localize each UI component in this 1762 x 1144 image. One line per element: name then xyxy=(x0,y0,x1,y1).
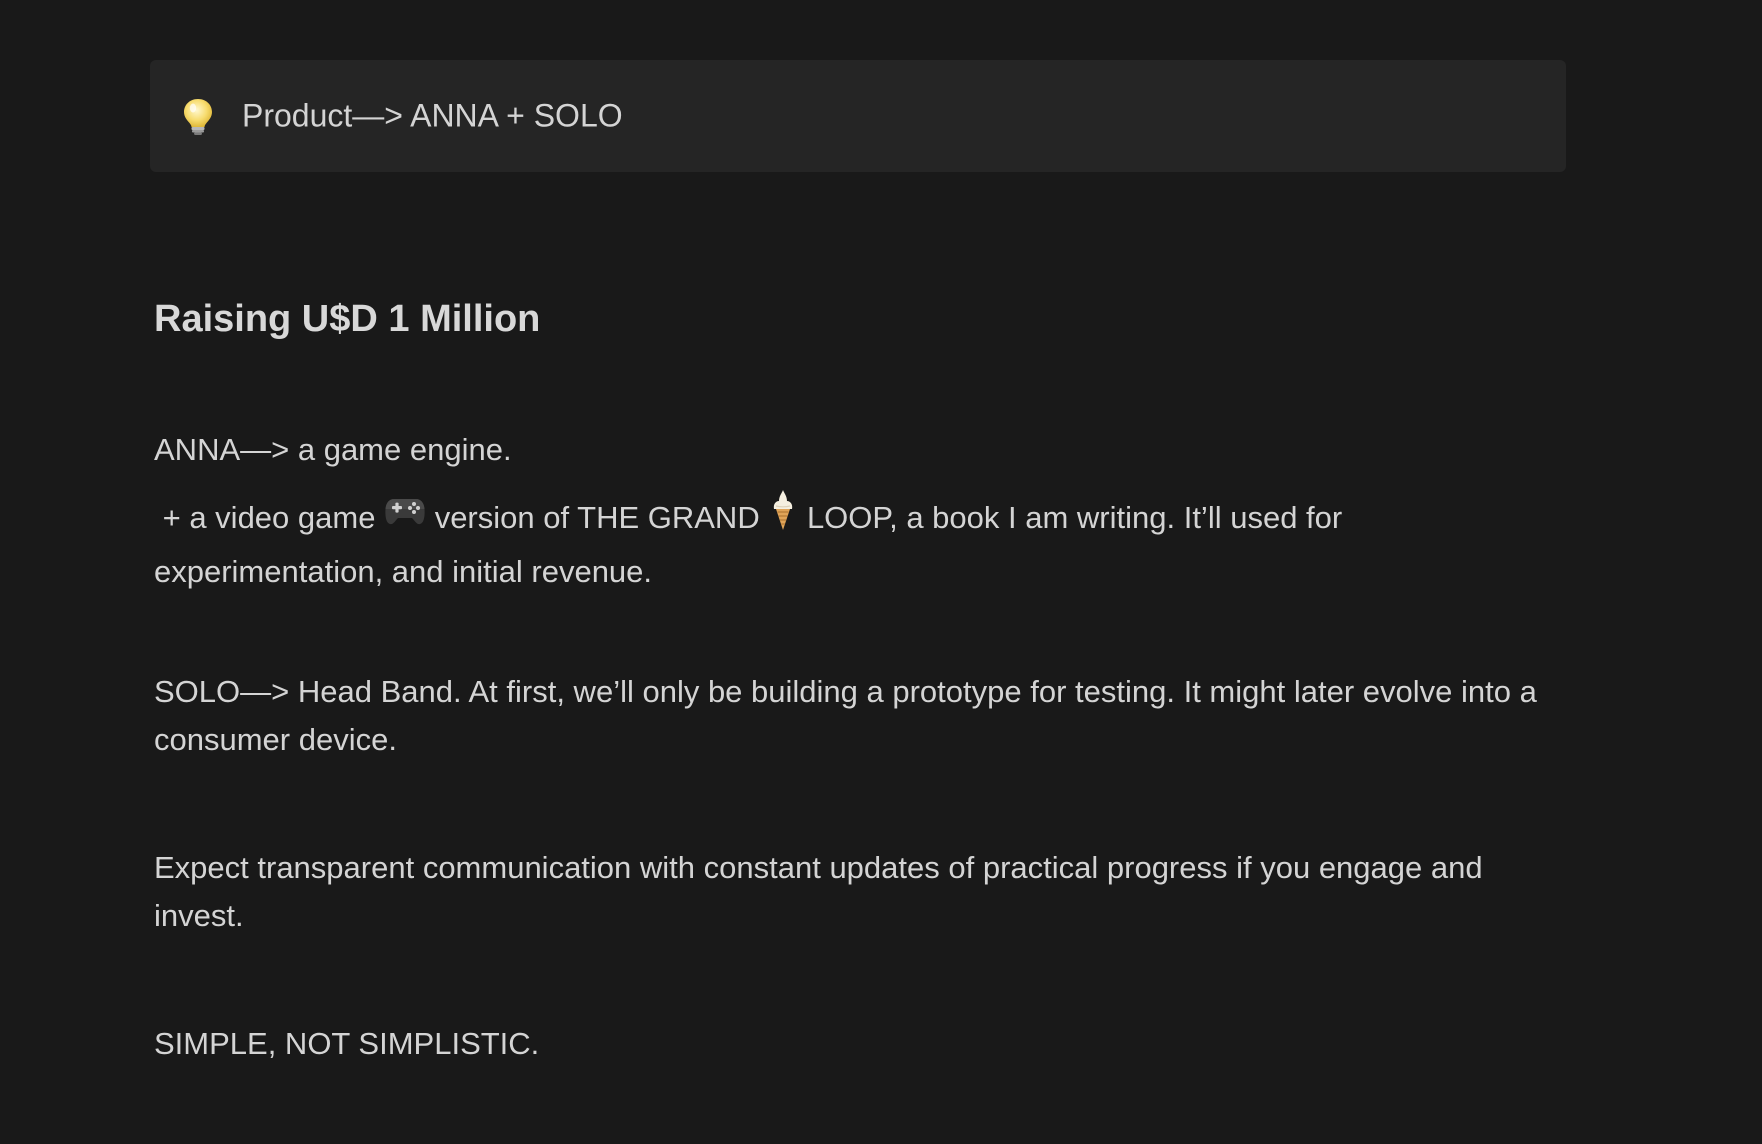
gamepad-icon xyxy=(384,493,426,541)
paragraph-video-game: + a video game version of THE GRAND LOOP… xyxy=(154,489,1554,596)
paragraph-simple: SIMPLE, NOT SIMPLISTIC. xyxy=(154,1026,540,1061)
paragraph-anna: ANNA—> a game engine. xyxy=(154,432,512,467)
paragraph-solo: SOLO—> Head Band. At first, we’ll only b… xyxy=(154,674,1537,757)
document-page: Product—> ANNA + SOLO Raising U$D 1 Mill… xyxy=(0,0,1762,1144)
page-heading: Raising U$D 1 Million xyxy=(154,298,541,340)
paragraph-video-game-part1: + a video game xyxy=(154,500,385,536)
paragraph-expect: Expect transparent communication with co… xyxy=(154,850,1483,933)
callout-block[interactable]: Product—> ANNA + SOLO xyxy=(150,60,1566,172)
ice-cream-icon xyxy=(768,489,798,545)
lightbulb-icon xyxy=(178,96,218,136)
callout-text: Product—> ANNA + SOLO xyxy=(242,97,623,134)
paragraph-video-game-part2: version of THE GRAND xyxy=(426,500,769,536)
